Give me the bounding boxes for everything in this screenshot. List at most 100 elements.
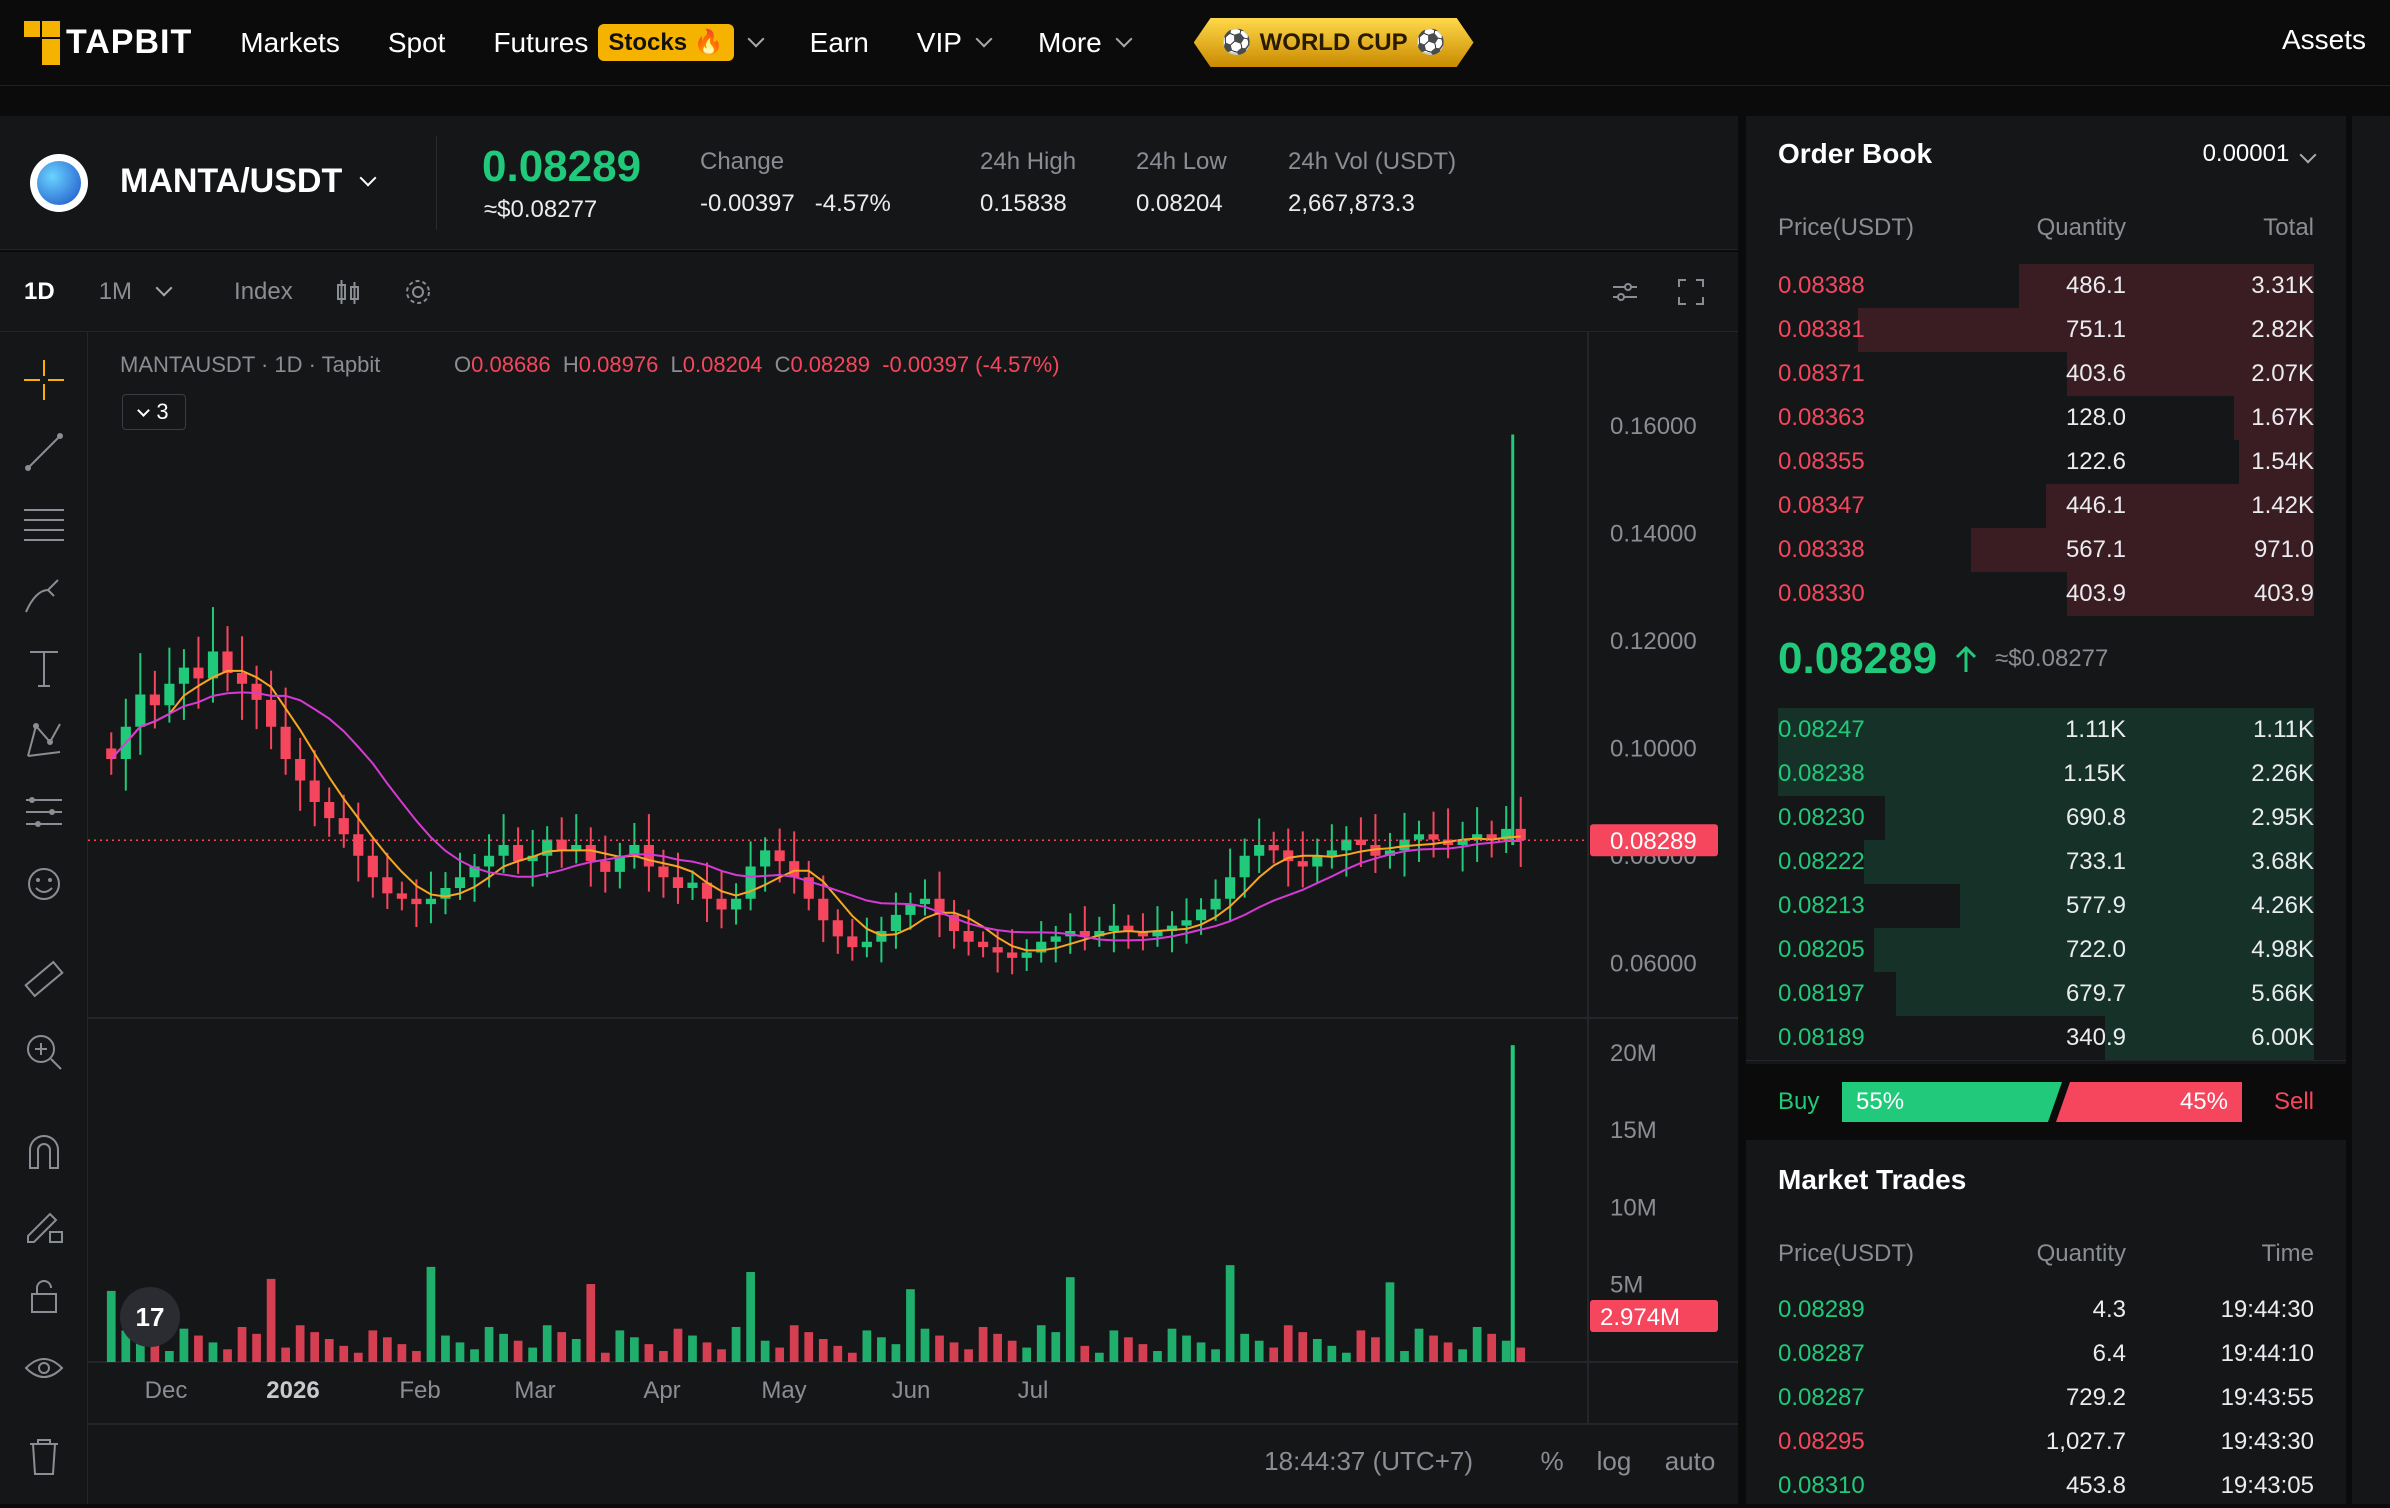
nav-assets[interactable]: Assets xyxy=(2282,24,2390,56)
volume-bar xyxy=(310,1332,320,1362)
forecast-icon[interactable] xyxy=(20,788,68,836)
ask-row[interactable]: 0.08388 486.1 3.31K xyxy=(1778,264,2314,308)
volume-bar xyxy=(673,1328,683,1362)
crosshair-icon[interactable] xyxy=(20,356,68,404)
pair-selector[interactable]: MANTA/USDT xyxy=(120,162,377,201)
brush-icon[interactable] xyxy=(20,572,68,620)
bid-price: 0.08238 xyxy=(1778,760,1865,787)
candle-body xyxy=(149,694,160,706)
bid-row[interactable]: 0.08205 722.0 4.98K xyxy=(1778,928,2314,972)
trendline-icon[interactable] xyxy=(20,428,68,476)
precision-select[interactable]: 0.00001 xyxy=(2203,140,2317,168)
index-tab[interactable]: Index xyxy=(234,278,293,306)
emoji-icon[interactable] xyxy=(20,860,68,908)
magnet-icon[interactable] xyxy=(20,1128,68,1176)
trash-icon[interactable] xyxy=(20,1432,68,1480)
ask-row[interactable]: 0.08363 128.0 1.67K xyxy=(1778,396,2314,440)
volume-bar xyxy=(1283,1325,1293,1362)
text-tool-icon[interactable] xyxy=(20,644,68,692)
tapbit-logo[interactable]: TAPBIT xyxy=(24,20,192,65)
fullscreen-icon[interactable] xyxy=(1676,277,1706,307)
bid-row[interactable]: 0.08247 1.11K 1.11K xyxy=(1778,708,2314,752)
volume-bar xyxy=(935,1335,944,1362)
scale-option-auto[interactable]: auto xyxy=(1665,1446,1716,1476)
stat-24h-low: 24h Low 0.08204 xyxy=(1136,148,1227,217)
nav-markets[interactable]: Markets xyxy=(240,27,340,59)
bid-row[interactable]: 0.08189 340.9 6.00K xyxy=(1778,1016,2314,1060)
order-book: Order Book 0.00001 Price(USDT) Quantity … xyxy=(1746,116,2346,1122)
ask-row[interactable]: 0.08381 751.1 2.82K xyxy=(1778,308,2314,352)
chevron-down-icon xyxy=(2299,146,2317,164)
scale-option-percent[interactable]: % xyxy=(1540,1446,1563,1476)
chart-time-label: 18:44:37 (UTC+7) xyxy=(1264,1446,1473,1476)
candle-body xyxy=(498,845,509,856)
candle-body xyxy=(556,839,567,851)
candle-body xyxy=(425,898,437,905)
sell-label: Sell xyxy=(2273,1088,2314,1115)
world-cup-banner[interactable]: ⚽ WORLD CUP ⚽ xyxy=(1193,18,1474,67)
volume-bar xyxy=(1153,1351,1162,1362)
interval-1m[interactable]: 1M xyxy=(99,278,132,306)
pattern-icon[interactable] xyxy=(20,716,68,764)
ask-row[interactable]: 0.08330 403.9 403.9 xyxy=(1778,572,2314,616)
ask-row[interactable]: 0.08371 403.6 2.07K xyxy=(1778,352,2314,396)
price-chart[interactable]: MANTAUSDT · 1D · Tapbit O0.08686 H0.0897… xyxy=(88,332,1738,1504)
volume-bar xyxy=(586,1284,596,1362)
candle-body xyxy=(454,877,466,888)
ob-header-quantity: Quantity xyxy=(2036,214,2126,241)
pencil-lock-icon[interactable] xyxy=(20,1200,68,1248)
bid-row[interactable]: 0.08222 733.1 3.68K xyxy=(1778,840,2314,884)
candle-body xyxy=(1413,834,1425,840)
candle-body xyxy=(963,931,974,942)
volume-bar xyxy=(789,1325,799,1362)
scale-option-log[interactable]: log xyxy=(1597,1446,1632,1476)
nav-spot[interactable]: Spot xyxy=(388,27,446,59)
nav-earn[interactable]: Earn xyxy=(810,27,869,59)
candle-body xyxy=(992,947,1003,953)
volume-bar xyxy=(1182,1335,1191,1362)
volume-bar xyxy=(659,1351,668,1362)
settings-gear-icon[interactable] xyxy=(403,277,433,307)
volume-bar xyxy=(295,1325,305,1362)
ask-quantity: 403.9 xyxy=(2065,580,2126,607)
ask-row[interactable]: 0.08355 122.6 1.54K xyxy=(1778,440,2314,484)
volume-bar xyxy=(1109,1330,1119,1362)
bid-row[interactable]: 0.08238 1.15K 2.26K xyxy=(1778,752,2314,796)
indicator-settings-icon[interactable] xyxy=(1610,277,1640,307)
candle-body xyxy=(978,941,989,948)
nav-more[interactable]: More xyxy=(1038,27,1133,59)
trade-time: 19:43:55 xyxy=(2220,1384,2314,1411)
drawing-toolbar xyxy=(0,332,88,1504)
volume-bar xyxy=(1414,1328,1424,1362)
trade-price: 0.08289 xyxy=(1778,1296,1865,1323)
fib-lines-icon[interactable] xyxy=(20,500,68,548)
nav-vip[interactable]: VIP xyxy=(917,27,993,59)
stat-24h-vol: 24h Vol (USDT) 2,667,873.3 xyxy=(1288,148,1457,217)
volume-bar xyxy=(1240,1333,1250,1362)
bid-row[interactable]: 0.08230 690.8 2.95K xyxy=(1778,796,2314,840)
trades-header-quantity: Quantity xyxy=(2036,1240,2126,1267)
interval-1d[interactable]: 1D xyxy=(24,278,55,306)
volume-bar xyxy=(194,1335,203,1362)
ask-quantity: 128.0 xyxy=(2065,404,2126,431)
nav-futures[interactable]: Futures Stocks 🔥 xyxy=(493,24,765,61)
chart-canvas[interactable]: 0.160000.140000.120000.100000.080000.060… xyxy=(88,332,1738,1504)
eye-icon[interactable] xyxy=(20,1344,68,1392)
candle-body xyxy=(687,882,698,888)
ask-row[interactable]: 0.08347 446.1 1.42K xyxy=(1778,484,2314,528)
volume-bar xyxy=(615,1330,625,1362)
bid-row[interactable]: 0.08213 577.9 4.26K xyxy=(1778,884,2314,928)
candle-body xyxy=(266,699,277,727)
zoom-in-icon[interactable] xyxy=(20,1028,68,1076)
candles-icon[interactable] xyxy=(333,277,363,307)
trade-time: 19:43:05 xyxy=(2220,1472,2314,1499)
bid-row[interactable]: 0.08197 679.7 5.66K xyxy=(1778,972,2314,1016)
candle-body xyxy=(600,861,611,872)
ruler-icon[interactable] xyxy=(20,956,68,1004)
ask-row[interactable]: 0.08338 567.1 971.0 xyxy=(1778,528,2314,572)
bid-price: 0.08247 xyxy=(1778,716,1865,743)
soccer-ball-icon: ⚽ xyxy=(1221,29,1252,56)
candle-body xyxy=(818,898,829,921)
lock-icon[interactable] xyxy=(20,1272,68,1320)
chevron-down-icon[interactable] xyxy=(155,279,173,296)
